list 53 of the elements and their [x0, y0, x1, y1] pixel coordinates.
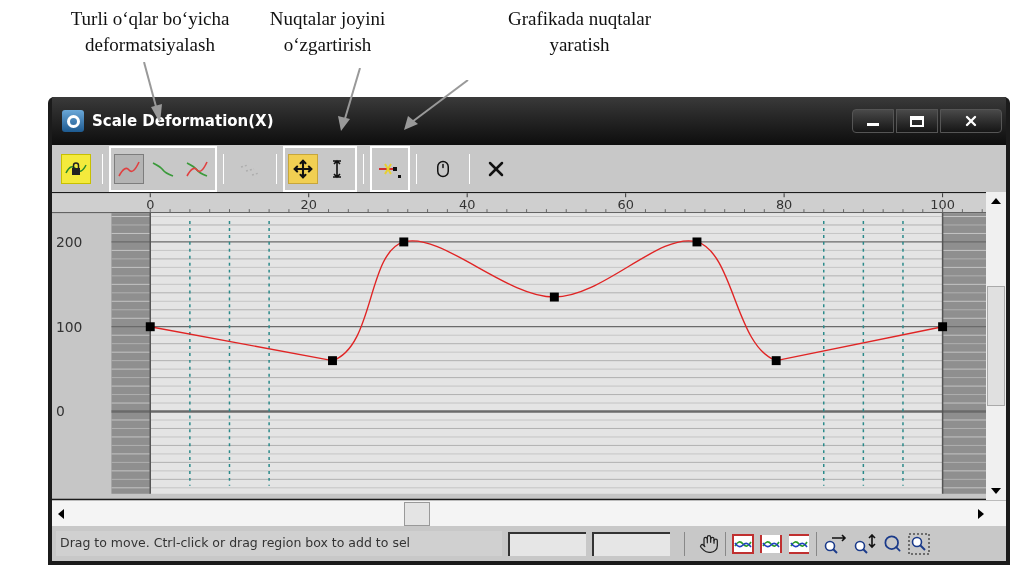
app-logo-icon [62, 110, 84, 132]
value-field[interactable] [592, 531, 670, 556]
zoom-region-icon[interactable] [908, 532, 930, 555]
close-button[interactable] [940, 109, 1002, 133]
callout-label: Turli o‘qlar bo‘yicha deformatsiyalash [69, 7, 231, 57]
maximize-icon [910, 115, 924, 127]
zoom-vertical-extents-icon[interactable] [788, 533, 810, 554]
zoom-vertical-icon[interactable] [853, 533, 877, 554]
curve-point[interactable] [938, 322, 948, 332]
curve-point[interactable] [549, 292, 559, 302]
window-title: Scale Deformation(X) [92, 110, 274, 132]
status-text: Drag to move. Ctrl-click or drag region box to add to sel [56, 531, 502, 556]
vertical-scale-icon [330, 158, 344, 179]
value-field[interactable] [508, 531, 586, 556]
scroll-down-icon [991, 488, 1002, 494]
toolbar-button[interactable] [61, 153, 91, 184]
minimize-icon [867, 123, 879, 126]
curve-graph[interactable]: 0 20 40 60 80 100 0 100 200 [52, 192, 987, 500]
x-tick-label: 0 [146, 197, 155, 213]
x-tick-label: 100 [930, 197, 955, 213]
curve-point[interactable] [399, 237, 409, 247]
x-tick-label: 60 [617, 197, 634, 213]
close-icon [963, 113, 979, 129]
callout-label: Grafikada nuqtalar yaratish [507, 7, 652, 57]
toolbar-button[interactable] [288, 153, 318, 184]
zoom-extents-icon[interactable] [732, 533, 754, 554]
horizontal-scrollbar[interactable] [52, 500, 1006, 526]
y-tick-label: 200 [55, 233, 83, 250]
y-tick-label: 100 [55, 318, 83, 335]
curve-point[interactable] [771, 356, 781, 366]
scroll-thumb[interactable] [987, 286, 1006, 406]
scroll-thumb[interactable] [404, 501, 430, 526]
x-tick-label: 80 [775, 197, 793, 213]
vertical-scrollbar[interactable] [986, 192, 1006, 500]
zoom-horizontal-extents-icon[interactable] [760, 533, 782, 554]
curve-point[interactable] [328, 356, 337, 366]
maximize-button[interactable] [896, 109, 938, 133]
callout-arrow [337, 68, 362, 132]
zoom-horizontal-icon[interactable] [823, 533, 847, 554]
curve-point[interactable] [692, 237, 702, 247]
move-icon [293, 158, 313, 179]
callout-label: Nuqtalar joyini o‘zgartirish [268, 7, 387, 57]
scroll-left-icon [58, 508, 64, 519]
minimize-button[interactable] [852, 109, 894, 133]
x-tick-label: 20 [300, 197, 317, 213]
zoom-icon[interactable] [883, 534, 902, 553]
y-tick-label: 0 [55, 403, 65, 420]
scroll-right-icon [978, 508, 984, 519]
scroll-up-icon [991, 198, 1002, 204]
pan-hand-icon[interactable] [699, 533, 719, 554]
x-tick-label: 40 [459, 197, 476, 213]
mouse-icon [434, 159, 452, 178]
curve-point[interactable] [145, 322, 155, 332]
